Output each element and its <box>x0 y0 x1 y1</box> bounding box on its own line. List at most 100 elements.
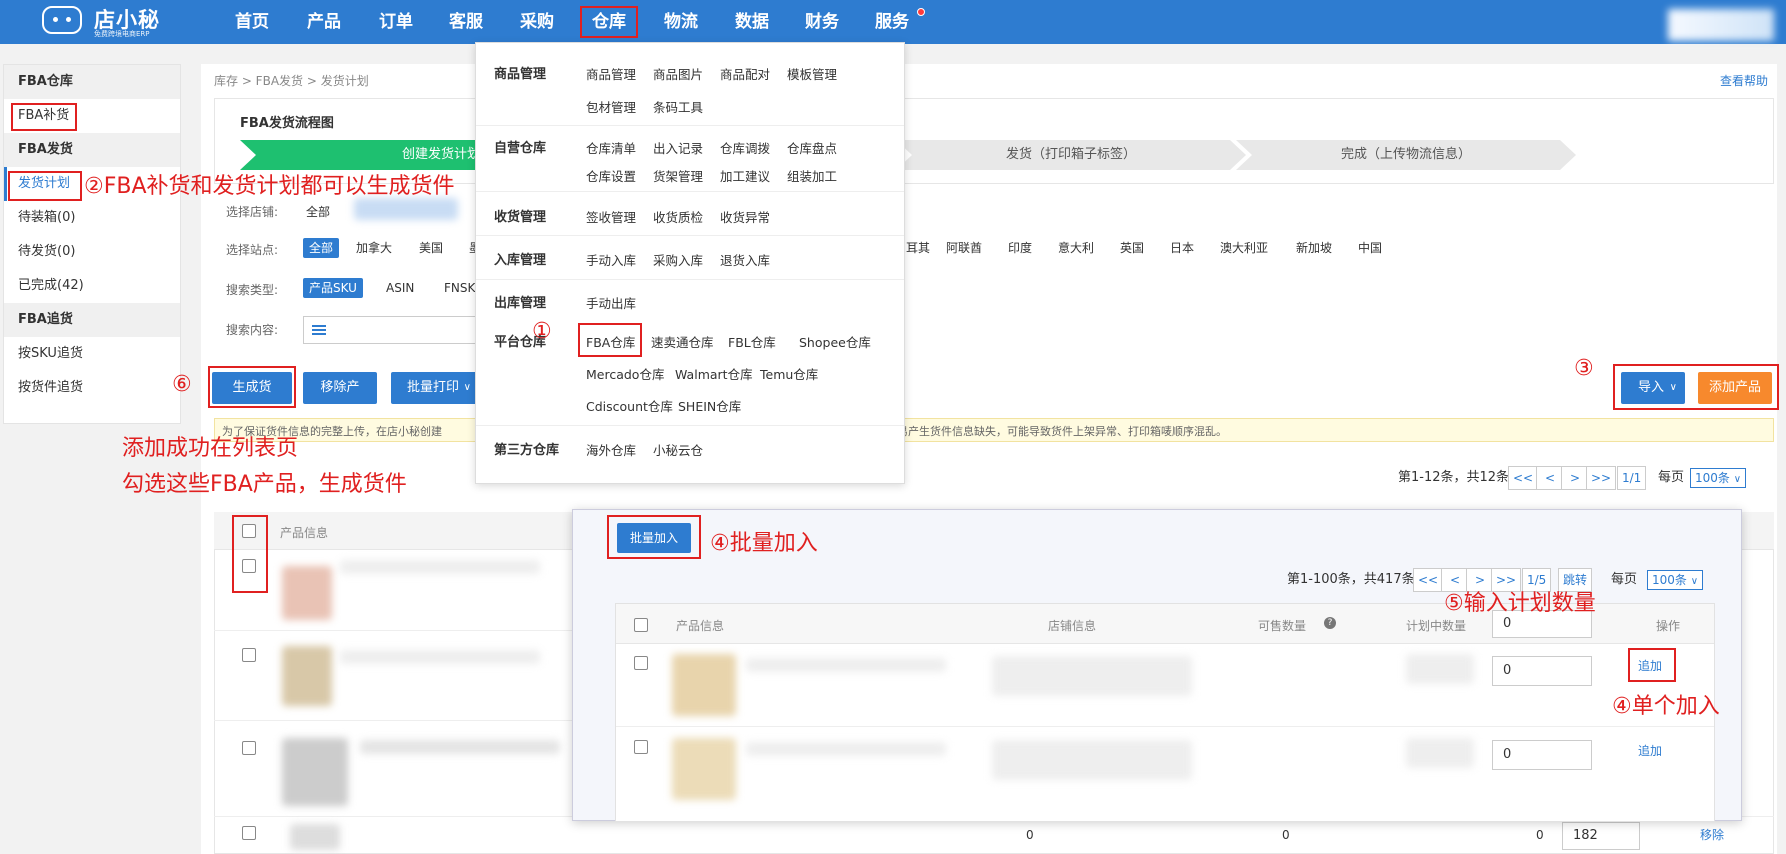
site-chip-india[interactable]: 印度 <box>1002 238 1038 258</box>
nav-item-warehouse[interactable]: 仓库 <box>574 0 644 44</box>
main-row-qty-input[interactable]: 182 <box>1562 822 1640 850</box>
menu-item-warehouse-stocktake[interactable]: 仓库盘点 <box>787 138 837 157</box>
flow-step-ship: 发货（打印箱子标签） <box>896 140 1246 170</box>
overlay-row-add-link[interactable]: 追加 <box>1638 742 1662 759</box>
list-filter-icon <box>312 325 326 327</box>
help-question-icon[interactable]: ? <box>1324 617 1336 629</box>
menu-item-warehouse-transfer[interactable]: 仓库调拨 <box>720 138 770 157</box>
site-chip-uk[interactable]: 英国 <box>1114 238 1150 258</box>
menu-item-temu-warehouse[interactable]: Temu仓库 <box>760 364 818 383</box>
menu-item-barcode-tools[interactable]: 条码工具 <box>653 97 703 116</box>
menu-item-processing-advice[interactable]: 加工建议 <box>720 166 770 185</box>
menu-item-product-mgmt[interactable]: 商品管理 <box>586 64 636 83</box>
nav-item-purchase[interactable]: 采购 <box>507 0 567 44</box>
site-chip-uae[interactable]: 阿联酋 <box>940 238 988 258</box>
main-pager-page[interactable]: 1/1 <box>1617 466 1647 490</box>
menu-item-receiving-exception[interactable]: 收货异常 <box>720 207 770 226</box>
shop-filter-value[interactable]: 全部 <box>306 203 330 220</box>
overlay-row-thumbnail <box>672 654 736 716</box>
nav-item-services[interactable]: 服务 <box>862 0 922 44</box>
site-chip-japan[interactable]: 日本 <box>1164 238 1200 258</box>
flow-step-complete: 完成（上传物流信息） <box>1236 140 1576 170</box>
sidebar-item-to-pack[interactable]: 待装箱(0) <box>4 201 180 235</box>
shop-filter-list[interactable] <box>354 198 458 220</box>
nav-item-orders[interactable]: 订单 <box>366 0 426 44</box>
nav-item-data[interactable]: 数据 <box>722 0 782 44</box>
menu-item-xiaomi-cloud-warehouse[interactable]: 小秘云仓 <box>653 440 703 459</box>
main-pager-prev[interactable]: < <box>1536 466 1564 490</box>
sidebar-item-to-ship[interactable]: 待发货(0) <box>4 235 180 269</box>
sidebar-item-by-sku[interactable]: 按SKU追货 <box>4 337 180 371</box>
menu-item-shopee-warehouse[interactable]: Shopee仓库 <box>799 332 871 351</box>
nav-item-logistics[interactable]: 物流 <box>651 0 711 44</box>
overlay-row-planned <box>1406 654 1474 684</box>
menu-item-return-inbound[interactable]: 退货入库 <box>720 250 770 269</box>
menu-item-packaging-mgmt[interactable]: 包材管理 <box>586 97 636 116</box>
main-table-row-checkbox[interactable] <box>242 826 256 840</box>
menu-item-warehouse-list[interactable]: 仓库清单 <box>586 138 636 157</box>
site-chip-singapore[interactable]: 新加坡 <box>1290 238 1338 258</box>
user-account-area[interactable] <box>1668 9 1774 41</box>
batch-print-button[interactable]: 批量打印 ∨ <box>391 372 479 404</box>
site-chip-australia[interactable]: 澳大利亚 <box>1214 238 1274 258</box>
remove-product-button[interactable]: 移除产品 <box>303 372 377 427</box>
search-type-sku[interactable]: 产品SKU <box>303 278 363 298</box>
overlay-row-qty-input[interactable]: 0 <box>1492 656 1592 686</box>
search-type-asin[interactable]: ASIN <box>380 278 420 298</box>
overlay-col-action: 操作 <box>1656 619 1681 633</box>
main-row-thumbnail <box>282 566 332 620</box>
menu-item-product-images[interactable]: 商品图片 <box>653 64 703 83</box>
menu-item-product-pairing[interactable]: 商品配对 <box>720 64 770 83</box>
site-chip-usa[interactable]: 美国 <box>413 238 449 258</box>
menu-item-assembly[interactable]: 组装加工 <box>787 166 837 185</box>
nav-item-home[interactable]: 首页 <box>222 0 282 44</box>
main-row-thumbnail <box>290 824 340 850</box>
site-chip-all[interactable]: 全部 <box>303 238 340 258</box>
search-content-input[interactable] <box>303 316 483 344</box>
sidebar: FBA仓库 FBA补货 FBA发货 发货计划 待装箱(0) 待发货(0) 已完成… <box>3 64 181 424</box>
menu-item-io-records[interactable]: 出入记录 <box>653 138 703 157</box>
menu-item-sign-mgmt[interactable]: 签收管理 <box>586 207 636 226</box>
overlay-select-all-checkbox[interactable] <box>634 618 648 632</box>
menu-item-mercado-warehouse[interactable]: Mercado仓库 <box>586 364 664 383</box>
menu-item-manual-outbound[interactable]: 手动出库 <box>586 293 636 312</box>
main-pager-first[interactable]: << <box>1508 466 1539 490</box>
main-row-shop-value: 0 <box>1282 828 1290 842</box>
sidebar-item-done[interactable]: 已完成(42) <box>4 269 180 303</box>
brand-logo[interactable]: 店小秘 免费跨境电商ERP <box>42 4 192 38</box>
menu-item-cdiscount-warehouse[interactable]: Cdiscount仓库 <box>586 396 673 415</box>
menu-item-template-mgmt[interactable]: 模板管理 <box>787 64 837 83</box>
main-row-remove-link[interactable]: 移除 <box>1700 826 1724 843</box>
menu-item-fbl-warehouse[interactable]: FBL仓库 <box>728 332 776 351</box>
menu-item-warehouse-settings[interactable]: 仓库设置 <box>586 166 636 185</box>
menu-item-manual-inbound[interactable]: 手动入库 <box>586 250 636 269</box>
menu-item-overseas-warehouse[interactable]: 海外仓库 <box>586 440 636 459</box>
overlay-row-qty-input[interactable]: 0 <box>1492 740 1592 770</box>
main-pager-per-page-label: 每页 <box>1658 470 1685 485</box>
menu-item-purchase-inbound[interactable]: 采购入库 <box>653 250 703 269</box>
nav-item-service[interactable]: 客服 <box>436 0 496 44</box>
menu-item-aliexpress-warehouse[interactable]: 速卖通仓库 <box>651 332 714 351</box>
overlay-pager-per-page-select[interactable]: 100条 ∨ <box>1647 570 1704 590</box>
main-table-row-checkbox[interactable] <box>242 741 256 755</box>
overlay-row-checkbox[interactable] <box>634 656 648 670</box>
main-table-row-checkbox[interactable] <box>242 648 256 662</box>
site-chip-turkey[interactable]: 耳其 <box>900 238 936 258</box>
menu-item-shein-warehouse[interactable]: SHEIN仓库 <box>678 396 741 415</box>
site-chip-canada[interactable]: 加拿大 <box>350 238 398 258</box>
overlay-pager-first[interactable]: << <box>1413 568 1444 592</box>
nav-item-products[interactable]: 产品 <box>294 0 354 44</box>
brand-tagline: 免费跨境电商ERP <box>94 30 150 38</box>
main-pager-next[interactable]: > <box>1561 466 1589 490</box>
menu-item-walmart-warehouse[interactable]: Walmart仓库 <box>675 364 753 383</box>
site-chip-italy[interactable]: 意大利 <box>1052 238 1100 258</box>
nav-item-finance[interactable]: 财务 <box>792 0 852 44</box>
menu-item-receiving-qc[interactable]: 收货质检 <box>653 207 703 226</box>
main-pager-per-page-select[interactable]: 100条 ∨ <box>1690 468 1747 488</box>
overlay-row-checkbox[interactable] <box>634 740 648 754</box>
sidebar-item-by-shipment[interactable]: 按货件追货 <box>4 371 180 405</box>
help-link[interactable]: 查看帮助 <box>1720 72 1768 89</box>
menu-item-shelf-mgmt[interactable]: 货架管理 <box>653 166 703 185</box>
site-chip-china[interactable]: 中国 <box>1352 238 1388 258</box>
main-pager-last[interactable]: >> <box>1586 466 1617 490</box>
